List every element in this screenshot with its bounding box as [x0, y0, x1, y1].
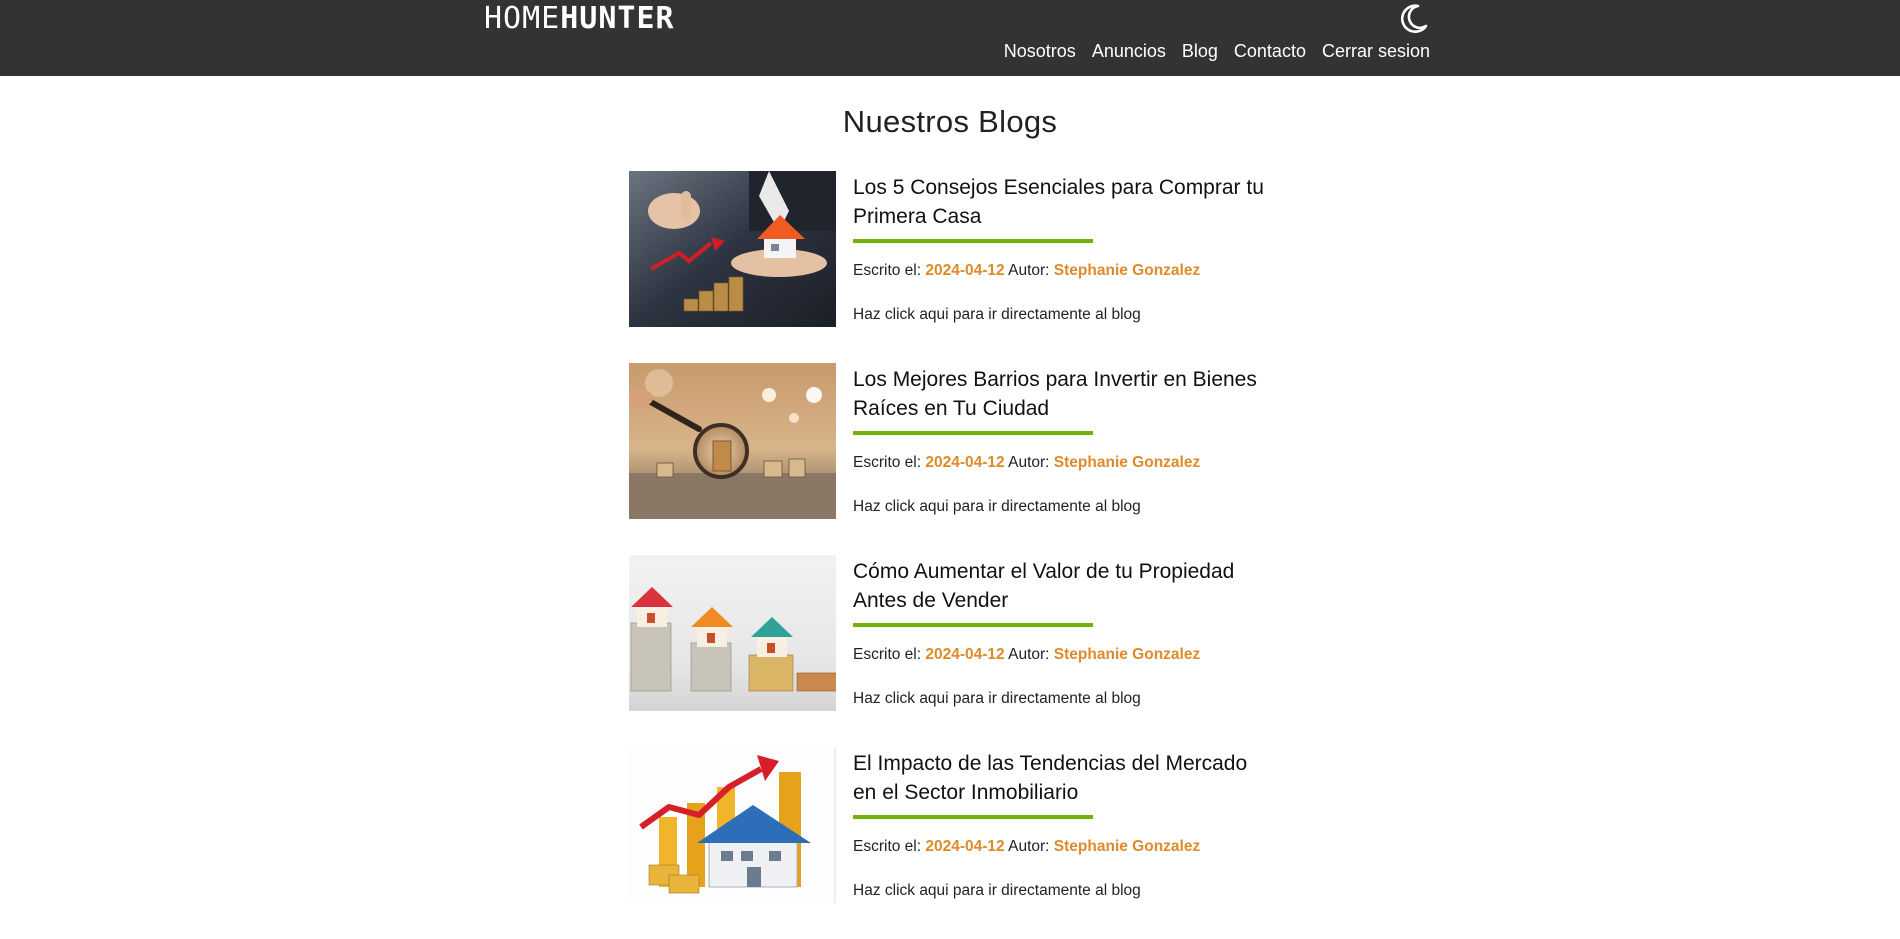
blog-thumbnail-image[interactable] — [629, 363, 836, 519]
read-blog-link[interactable]: Haz click aqui para ir directamente al b… — [853, 305, 1273, 325]
nav-link-contacto[interactable]: Contacto — [1234, 40, 1306, 62]
blog-meta: Escrito el: 2024-04-12 Autor: Stephanie … — [853, 453, 1273, 473]
blog-entry: Los Mejores Barrios para Invertir en Bie… — [629, 363, 1269, 519]
written-on-label: Escrito el: — [853, 262, 922, 279]
blog-date: 2024-04-12 — [925, 262, 1005, 279]
blog-date: 2024-04-12 — [925, 454, 1005, 471]
navbar-container: HOMEHUNTER Nosotros Anuncios Blog Contac… — [484, 0, 1430, 76]
blog-date: 2024-04-12 — [925, 646, 1005, 663]
blog-thumbnail-image[interactable] — [629, 747, 836, 903]
blog-entry: El Impacto de las Tendencias del Mercado… — [629, 747, 1269, 903]
nav-link-cerrar-sesion[interactable]: Cerrar sesion — [1322, 40, 1430, 62]
main-nav: Nosotros Anuncios Blog Contacto Cerrar s… — [1004, 40, 1430, 62]
author-label: Autor: — [1008, 454, 1050, 471]
blog-date: 2024-04-12 — [925, 838, 1005, 855]
title-underline — [853, 815, 1093, 819]
page-title: Nuestros Blogs — [842, 104, 1058, 139]
logo-text-light: HOME — [484, 1, 561, 36]
author-label: Autor: — [1008, 646, 1050, 663]
moon-icon[interactable] — [1396, 2, 1430, 36]
author-label: Autor: — [1008, 262, 1050, 279]
blog-entry-body: El Impacto de las Tendencias del Mercado… — [853, 747, 1273, 917]
nav-link-anuncios[interactable]: Anuncios — [1092, 40, 1166, 62]
blog-meta: Escrito el: 2024-04-12 Autor: Stephanie … — [853, 261, 1273, 281]
blog-author: Stephanie Gonzalez — [1053, 454, 1201, 471]
title-underline — [853, 239, 1093, 243]
blog-title[interactable]: Los Mejores Barrios para Invertir en Bie… — [853, 363, 1273, 423]
blog-author: Stephanie Gonzalez — [1053, 262, 1201, 279]
read-blog-link[interactable]: Haz click aqui para ir directamente al b… — [853, 881, 1273, 901]
top-navbar: HOMEHUNTER Nosotros Anuncios Blog Contac… — [0, 0, 1900, 76]
blog-title[interactable]: El Impacto de las Tendencias del Mercado… — [853, 747, 1273, 807]
blog-entry-body: Los 5 Consejos Esenciales para Comprar t… — [853, 171, 1273, 341]
blog-author: Stephanie Gonzalez — [1053, 646, 1201, 663]
logo-text-bold: HUNTER — [560, 1, 675, 36]
blog-thumbnail-image[interactable] — [629, 555, 836, 711]
blog-title[interactable]: Cómo Aumentar el Valor de tu Propiedad A… — [853, 555, 1273, 615]
author-label: Autor: — [1008, 838, 1050, 855]
nav-link-nosotros[interactable]: Nosotros — [1004, 40, 1076, 62]
title-underline — [853, 623, 1093, 627]
blog-entry: Cómo Aumentar el Valor de tu Propiedad A… — [629, 555, 1269, 711]
blog-meta: Escrito el: 2024-04-12 Autor: Stephanie … — [853, 837, 1273, 857]
blog-title[interactable]: Los 5 Consejos Esenciales para Comprar t… — [853, 171, 1273, 231]
site-logo[interactable]: HOMEHUNTER — [484, 2, 675, 36]
blog-entry-body: Cómo Aumentar el Valor de tu Propiedad A… — [853, 555, 1273, 725]
title-underline — [853, 431, 1093, 435]
read-blog-link[interactable]: Haz click aqui para ir directamente al b… — [853, 689, 1273, 709]
written-on-label: Escrito el: — [853, 646, 922, 663]
read-blog-link[interactable]: Haz click aqui para ir directamente al b… — [853, 497, 1273, 517]
blog-author: Stephanie Gonzalez — [1053, 838, 1201, 855]
blog-meta: Escrito el: 2024-04-12 Autor: Stephanie … — [853, 645, 1273, 665]
nav-link-blog[interactable]: Blog — [1182, 40, 1218, 62]
written-on-label: Escrito el: — [853, 454, 922, 471]
blog-entry-body: Los Mejores Barrios para Invertir en Bie… — [853, 363, 1273, 533]
blog-thumbnail-image[interactable] — [629, 171, 836, 327]
written-on-label: Escrito el: — [853, 838, 922, 855]
blog-list: Los 5 Consejos Esenciales para Comprar t… — [629, 171, 1269, 939]
blog-entry: Los 5 Consejos Esenciales para Comprar t… — [629, 171, 1269, 327]
